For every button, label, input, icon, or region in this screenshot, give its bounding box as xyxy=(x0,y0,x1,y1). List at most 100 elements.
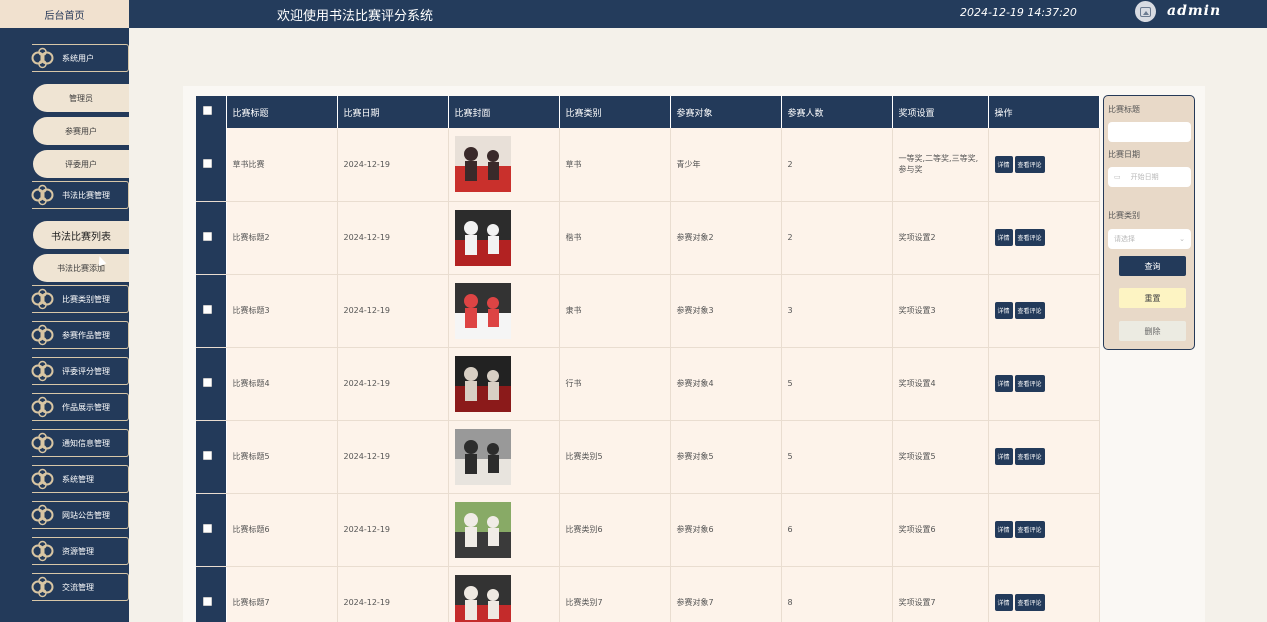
view-comments-button[interactable]: 查看评论 xyxy=(1014,448,1045,465)
cell-award: 奖项设置3 xyxy=(892,274,989,348)
table-row: 比赛标题4 2024-12-19 行书 参赛对象4 5 奖项设置4 详情 查看评论 xyxy=(196,347,1100,421)
row-checkbox[interactable] xyxy=(196,420,227,494)
cell-actions: 详情 查看评论 xyxy=(988,566,1100,622)
select-all-checkbox[interactable] xyxy=(196,96,227,128)
table-row: 比赛标题3 2024-12-19 隶书 参赛对象3 3 奖项设置3 详情 查看评论 xyxy=(196,274,1100,348)
row-checkbox[interactable] xyxy=(196,201,227,275)
sidebar-group-label: 系统用户 xyxy=(62,53,94,63)
username[interactable]: admin xyxy=(1167,3,1221,19)
sidebar-group[interactable]: 评委评分管理 xyxy=(31,357,129,385)
view-comments-button[interactable]: 查看评论 xyxy=(1014,521,1045,538)
detail-button[interactable]: 详情 xyxy=(994,375,1013,392)
column-header: 参赛对象 xyxy=(670,96,782,128)
detail-button[interactable]: 详情 xyxy=(994,155,1013,173)
cell-award: 一等奖,二等奖,三等奖,参与奖 xyxy=(892,128,989,202)
cell-award: 奖项设置6 xyxy=(892,493,989,567)
cell-count: 8 xyxy=(781,566,893,622)
cell-target: 参赛对象2 xyxy=(670,201,782,275)
cell-count: 3 xyxy=(781,274,893,348)
avatar[interactable] xyxy=(1135,1,1156,22)
cell-cover xyxy=(448,201,560,275)
sidebar-group[interactable]: 交流管理 xyxy=(31,573,129,601)
cell-title: 草书比赛 xyxy=(226,128,338,202)
sidebar-group[interactable]: 参赛作品管理 xyxy=(31,321,129,349)
sidebar-group-label: 评委评分管理 xyxy=(62,366,110,376)
cover-image[interactable] xyxy=(454,355,511,412)
sidebar-group[interactable]: 网站公告管理 xyxy=(31,501,129,529)
cell-title: 比赛标题6 xyxy=(226,493,338,567)
cell-date: 2024-12-19 xyxy=(337,347,449,421)
cell-date: 2024-12-19 xyxy=(337,420,449,494)
column-header: 操作 xyxy=(988,96,1100,128)
sidebar-group[interactable]: 书法比赛管理 xyxy=(31,181,129,209)
row-checkbox[interactable] xyxy=(196,566,227,622)
column-header: 比赛封面 xyxy=(448,96,560,128)
reset-button[interactable]: 重置 xyxy=(1119,288,1186,308)
detail-button[interactable]: 详情 xyxy=(994,448,1013,465)
cover-image[interactable] xyxy=(454,574,511,622)
cell-cover xyxy=(448,493,560,567)
table-row: 比赛标题2 2024-12-19 楷书 参赛对象2 2 奖项设置2 详情 查看评论 xyxy=(196,201,1100,275)
cover-image[interactable] xyxy=(454,136,511,193)
sidebar-group-label: 系统管理 xyxy=(62,474,94,484)
row-checkbox[interactable] xyxy=(196,493,227,567)
cell-award: 奖项设置7 xyxy=(892,566,989,622)
sidebar-subitem[interactable]: 管理员 xyxy=(33,84,129,112)
detail-button[interactable]: 详情 xyxy=(994,302,1013,319)
view-comments-button[interactable]: 查看评论 xyxy=(1014,155,1045,173)
table-header-row: 比赛标题 比赛日期 比赛封面 比赛类别 参赛对象 参赛人数 奖项设置 操作 xyxy=(196,96,1100,128)
home-tab[interactable]: 后台首页 xyxy=(0,0,129,28)
view-comments-button[interactable]: 查看评论 xyxy=(1014,594,1045,611)
sidebar-subitem[interactable]: 书法比赛添加 xyxy=(33,254,129,282)
calendar-icon: ▭ xyxy=(1114,173,1121,181)
cell-date: 2024-12-19 xyxy=(337,274,449,348)
search-panel: 比赛标题 比赛日期 ▭ 开始日期 比赛类别 请选择 ⌄ 查询 重置 删除 xyxy=(1103,95,1195,350)
detail-button[interactable]: 详情 xyxy=(994,521,1013,538)
sidebar-group[interactable]: 资源管理 xyxy=(31,537,129,565)
column-header: 比赛标题 xyxy=(226,96,338,128)
category-select[interactable]: 请选择 ⌄ xyxy=(1108,229,1191,249)
sidebar-subitem[interactable]: 评委用户 xyxy=(33,150,129,178)
row-checkbox[interactable] xyxy=(196,128,227,202)
sidebar-group[interactable]: 作品展示管理 xyxy=(31,393,129,421)
knot-ornament-icon xyxy=(31,360,54,382)
cover-image[interactable] xyxy=(454,209,511,266)
delete-button[interactable]: 删除 xyxy=(1119,321,1186,341)
cover-image[interactable] xyxy=(454,501,511,558)
title-search-input[interactable] xyxy=(1108,122,1191,142)
sidebar-subitem[interactable]: 参赛用户 xyxy=(33,117,129,145)
cell-target: 参赛对象5 xyxy=(670,420,782,494)
cell-count: 2 xyxy=(781,201,893,275)
detail-button[interactable]: 详情 xyxy=(994,594,1013,611)
cell-actions: 详情 查看评论 xyxy=(988,420,1100,494)
query-button[interactable]: 查询 xyxy=(1119,256,1186,276)
detail-button[interactable]: 详情 xyxy=(994,229,1013,246)
cover-image[interactable] xyxy=(454,428,511,485)
date-picker[interactable]: ▭ 开始日期 xyxy=(1108,167,1191,187)
system-title: 欢迎使用书法比赛评分系统 xyxy=(277,9,434,24)
row-checkbox[interactable] xyxy=(196,274,227,348)
sidebar-group[interactable]: 比赛类别管理 xyxy=(31,285,129,313)
sidebar-group[interactable]: 系统管理 xyxy=(31,465,129,493)
cover-image[interactable] xyxy=(454,282,511,339)
knot-ornament-icon xyxy=(31,288,54,310)
cell-date: 2024-12-19 xyxy=(337,493,449,567)
cell-category: 隶书 xyxy=(559,274,671,348)
cell-award: 奖项设置5 xyxy=(892,420,989,494)
table-row: 比赛标题6 2024-12-19 比赛类别6 参赛对象6 6 奖项设置6 详情 查看评论 xyxy=(196,493,1100,567)
cell-title: 比赛标题5 xyxy=(226,420,338,494)
knot-ornament-icon xyxy=(31,47,54,69)
cell-cover xyxy=(448,566,560,622)
cell-target: 参赛对象3 xyxy=(670,274,782,348)
cell-award: 奖项设置2 xyxy=(892,201,989,275)
row-checkbox[interactable] xyxy=(196,347,227,421)
sidebar-subitem[interactable]: 书法比赛列表 xyxy=(33,221,129,249)
competition-table: 比赛标题 比赛日期 比赛封面 比赛类别 参赛对象 参赛人数 奖项设置 操作 草书… xyxy=(196,96,1100,622)
sidebar-group[interactable]: 通知信息管理 xyxy=(31,429,129,457)
view-comments-button[interactable]: 查看评论 xyxy=(1014,229,1045,246)
table-row: 草书比赛 2024-12-19 草书 青少年 2 一等奖,二等奖,三等奖,参与奖 详情 查看评… xyxy=(196,128,1100,202)
sidebar-group[interactable]: 系统用户 xyxy=(31,44,129,72)
view-comments-button[interactable]: 查看评论 xyxy=(1014,302,1045,319)
cell-category: 比赛类别7 xyxy=(559,566,671,622)
view-comments-button[interactable]: 查看评论 xyxy=(1014,375,1045,392)
